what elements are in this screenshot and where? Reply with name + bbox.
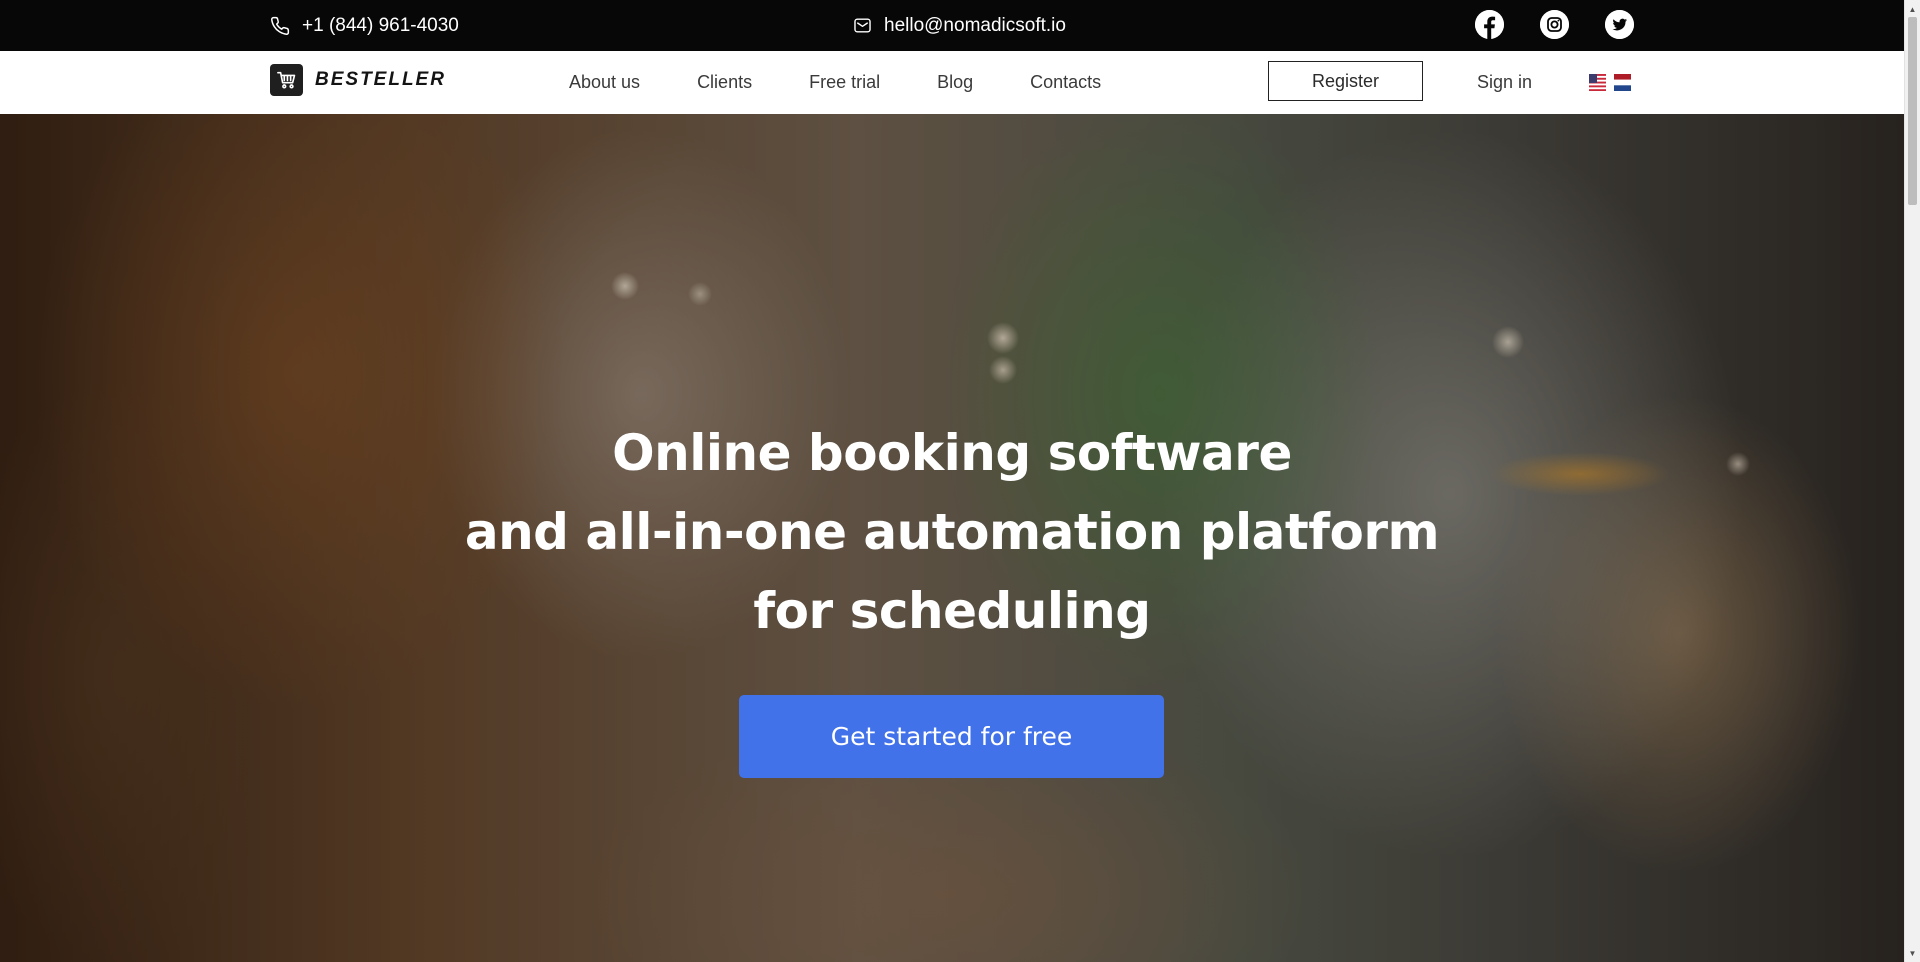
email-address: hello@nomadicsoft.io — [884, 14, 1066, 36]
hero-title-line-3: for scheduling — [753, 582, 1151, 640]
brand-name: BESTELLER — [315, 69, 446, 90]
hero-title-line-1: Online booking software — [612, 424, 1292, 482]
nav-link-about-us[interactable]: About us — [569, 72, 640, 93]
us-flag-icon[interactable] — [1589, 74, 1606, 91]
hero-section: Online booking software and all-in-one a… — [0, 114, 1904, 962]
mail-icon — [853, 16, 872, 35]
hero-title: Online booking software and all-in-one a… — [0, 414, 1904, 651]
brand-logo-link[interactable]: BESTELLER — [270, 64, 446, 96]
language-switcher — [1589, 74, 1631, 91]
nav-link-clients[interactable]: Clients — [697, 72, 752, 93]
scroll-thumb[interactable] — [1908, 17, 1917, 205]
register-button[interactable]: Register — [1268, 61, 1423, 101]
scroll-up-arrow-icon[interactable]: ▲ — [1905, 2, 1920, 16]
page-scrollbar[interactable]: ▲ ▼ — [1904, 0, 1920, 962]
nav-link-contacts[interactable]: Contacts — [1030, 72, 1101, 93]
facebook-icon[interactable] — [1475, 10, 1504, 39]
scroll-down-arrow-icon[interactable]: ▼ — [1905, 946, 1920, 960]
nl-flag-icon[interactable] — [1614, 74, 1631, 91]
main-navbar: BESTELLER About us Clients Free trial Bl… — [0, 51, 1904, 115]
get-started-button[interactable]: Get started for free — [739, 695, 1164, 778]
twitter-icon[interactable] — [1605, 10, 1634, 39]
nav-link-free-trial[interactable]: Free trial — [809, 72, 880, 93]
hero-title-line-2: and all-in-one automation platform — [464, 503, 1440, 561]
sign-in-link[interactable]: Sign in — [1477, 51, 1532, 114]
cart-icon — [270, 64, 303, 96]
nav-links: About us Clients Free trial Blog Contact… — [569, 51, 1101, 114]
phone-contact[interactable]: +1 (844) 961-4030 — [270, 0, 459, 51]
top-contact-bar: +1 (844) 961-4030 hello@nomadicsoft.io — [0, 0, 1904, 51]
email-contact[interactable]: hello@nomadicsoft.io — [853, 0, 1066, 51]
phone-icon — [270, 16, 290, 36]
phone-number: +1 (844) 961-4030 — [302, 14, 459, 36]
nav-link-blog[interactable]: Blog — [937, 72, 973, 93]
social-links — [1475, 10, 1634, 39]
instagram-icon[interactable] — [1540, 10, 1569, 39]
